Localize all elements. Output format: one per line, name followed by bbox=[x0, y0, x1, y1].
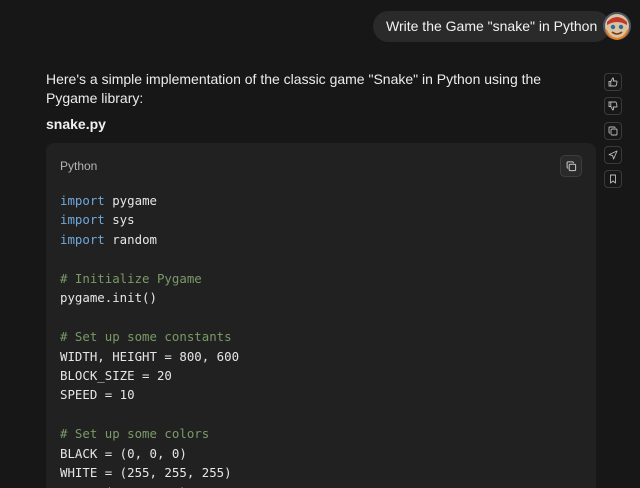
code-keyword: import bbox=[60, 231, 105, 247]
code-comment: # Set up some constants bbox=[60, 329, 232, 345]
code-keyword: import bbox=[60, 193, 105, 208]
code-line: import pygame bbox=[60, 191, 239, 210]
copy-icon bbox=[608, 126, 618, 136]
code-text: pygame.init() bbox=[60, 290, 157, 306]
user-avatar[interactable] bbox=[603, 12, 631, 40]
code-line: BLOCK_SIZE = 20 bbox=[60, 366, 239, 385]
copy-icon bbox=[566, 160, 576, 171]
code-line: # Set up some constants bbox=[60, 327, 239, 346]
copy-message-button[interactable] bbox=[604, 121, 622, 140]
code-text: BLOCK_SIZE = 20 bbox=[60, 367, 172, 383]
code-line: RED = (255, 0, 0) bbox=[60, 483, 239, 488]
thumbs-down-button[interactable] bbox=[604, 97, 622, 116]
code-line: import random bbox=[60, 230, 239, 249]
thumbs-down-icon bbox=[608, 101, 618, 111]
bookmark-button[interactable] bbox=[604, 170, 622, 189]
code-language-label: Python bbox=[60, 159, 98, 173]
share-icon bbox=[608, 150, 618, 160]
code-comment: # Set up some colors bbox=[60, 426, 210, 442]
code-text: RED = (255, 0, 0) bbox=[60, 485, 187, 488]
avatar-image bbox=[603, 12, 631, 40]
code-line: import sys bbox=[60, 210, 239, 229]
assistant-intro-text: Here's a simple implementation of the cl… bbox=[46, 71, 542, 106]
code-line: WHITE = (255, 255, 255) bbox=[60, 463, 239, 482]
share-button[interactable] bbox=[604, 145, 622, 164]
code-text: BLACK = (0, 0, 0) bbox=[60, 445, 187, 461]
thumbs-up-button[interactable] bbox=[604, 73, 622, 91]
code-line: # Set up some colors bbox=[60, 424, 239, 443]
code-line: SPEED = 10 bbox=[60, 385, 239, 404]
code-filename: snake.py bbox=[46, 116, 106, 132]
code-text: SPEED = 10 bbox=[60, 387, 135, 403]
code-text: pygame bbox=[104, 193, 157, 208]
code-block: Python import pygame import sys import ran… bbox=[46, 143, 596, 488]
user-message-text: Write the Game "snake" in Python bbox=[386, 18, 598, 34]
code-line: pygame.init() bbox=[60, 288, 239, 307]
code-text: WIDTH, HEIGHT = 800, 600 bbox=[60, 348, 240, 364]
code-keyword: import bbox=[60, 212, 105, 228]
thumbs-up-icon bbox=[608, 77, 618, 87]
copy-code-button[interactable] bbox=[560, 155, 582, 177]
code-comment: # Initialize Pygame bbox=[60, 270, 202, 286]
code-text: WHITE = (255, 255, 255) bbox=[60, 465, 232, 481]
bookmark-icon bbox=[610, 174, 616, 184]
chat-view: Write the Game "snake" in Python Here's … bbox=[0, 0, 640, 488]
message-actions bbox=[604, 73, 622, 194]
user-message-bubble: Write the Game "snake" in Python bbox=[373, 11, 611, 42]
code-text: sys bbox=[104, 212, 135, 228]
code-content: import pygame import sys import random # I… bbox=[60, 191, 239, 488]
code-line: WIDTH, HEIGHT = 800, 600 bbox=[60, 347, 239, 366]
code-line: BLACK = (0, 0, 0) bbox=[60, 444, 239, 463]
code-line: # Initialize Pygame bbox=[60, 269, 239, 288]
code-text: random bbox=[104, 231, 157, 247]
